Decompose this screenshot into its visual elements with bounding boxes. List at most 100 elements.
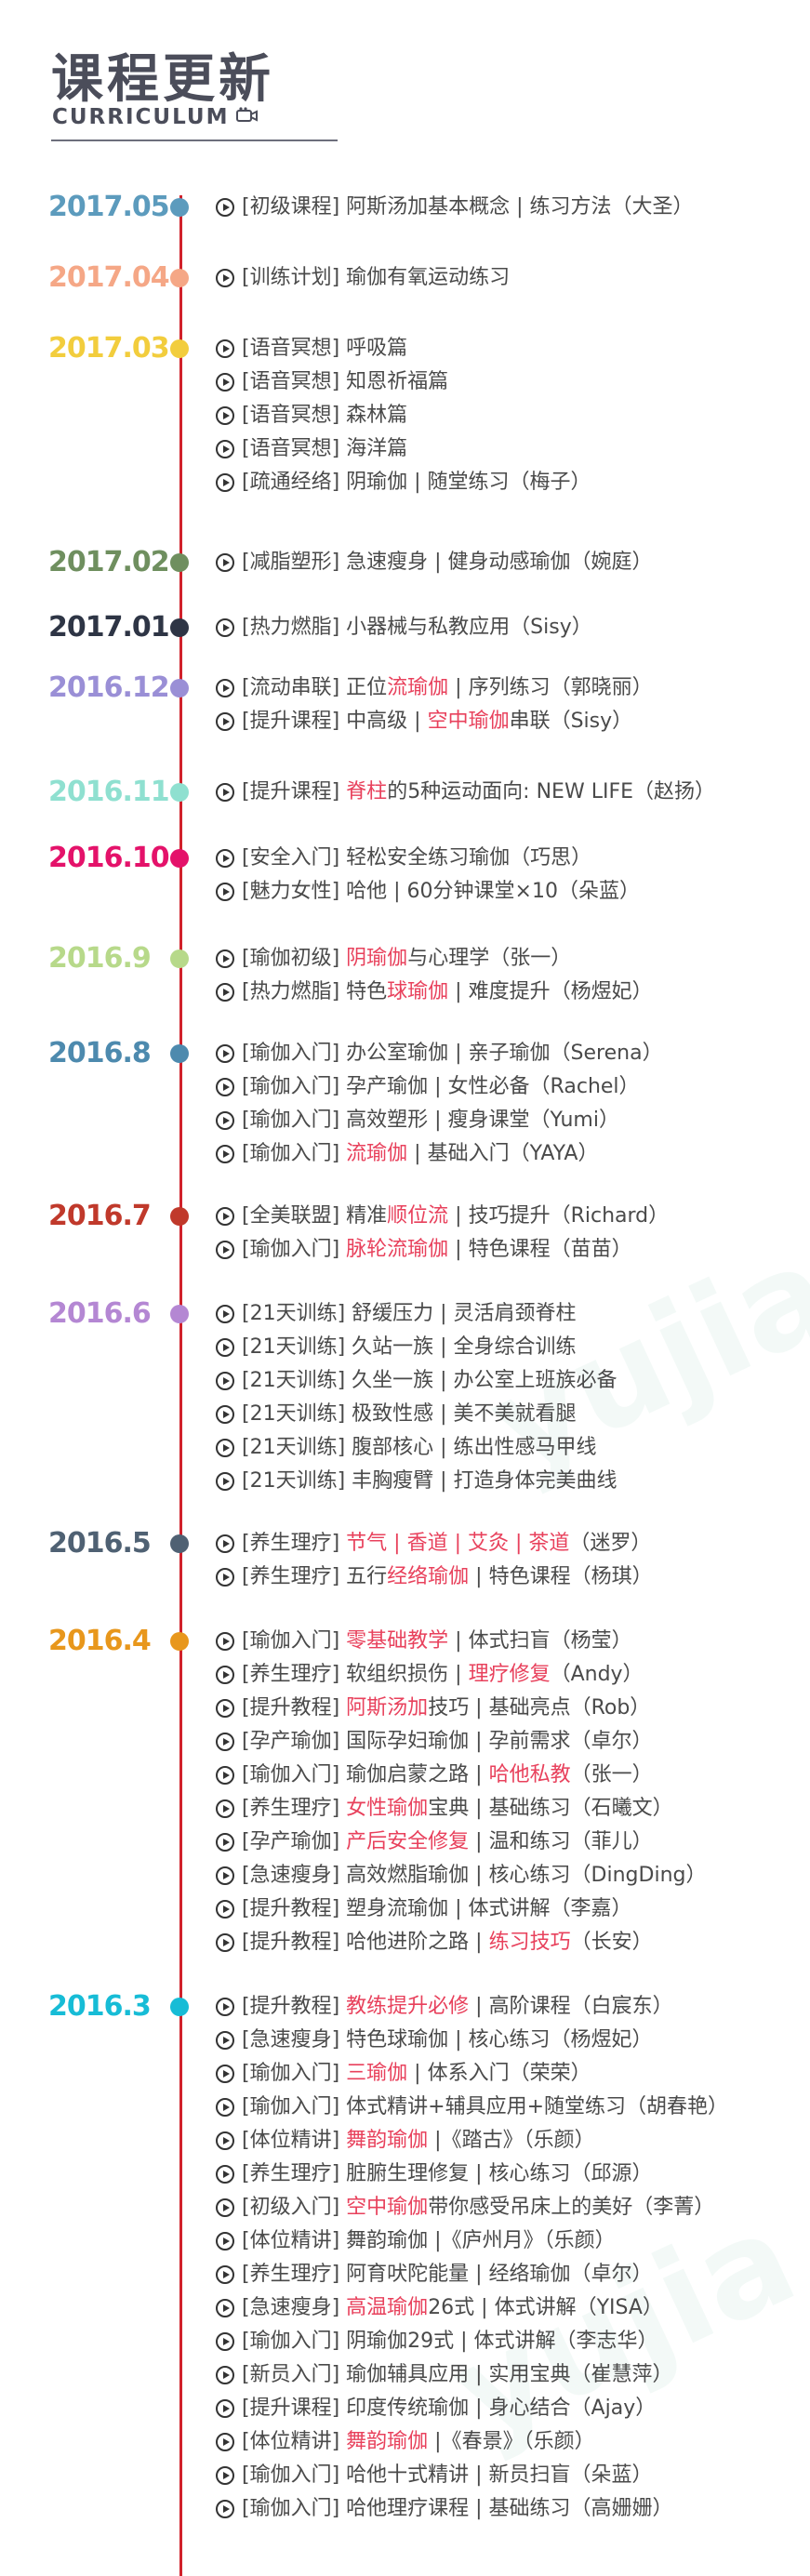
course-text: 宝典 | 基础练习（石曦文） [428, 1797, 673, 1820]
course-link[interactable]: [语音冥想] 森林篇 [216, 399, 407, 432]
timeline-date: 2016.8 [48, 1037, 152, 1069]
course-link[interactable]: [养生理疗] 五行 经络瑜伽 | 特色课程（杨琪） [216, 1560, 653, 1594]
timeline-date: 2017.03 [48, 332, 170, 365]
course-link[interactable]: [安全入门] 轻松安全练习瑜伽（巧思） [216, 842, 591, 875]
course-link[interactable]: [流动串联] 正位 流瑜伽 | 序列练习（郭晓丽） [216, 671, 653, 705]
course-link[interactable]: [孕产瑜伽] 产后安全修复 | 温和练习（菲儿） [216, 1826, 653, 1859]
course-link[interactable]: [急速瘦身] 特色球瑜伽 | 核心练习（杨煜妃） [216, 2024, 653, 2057]
timeline-date: 2016.9 [48, 942, 152, 975]
play-icon [216, 679, 234, 697]
course-link[interactable]: [语音冥想] 知恩祈福篇 [216, 365, 448, 399]
course-link[interactable]: [养生理疗] 软组织损伤 | 理疗修复 （Andy） [216, 1658, 644, 1692]
timeline-date: 2017.04 [48, 261, 170, 294]
play-icon [216, 2366, 234, 2384]
course-link[interactable]: [急速瘦身] 高效燃脂瑜伽 | 核心练习（DingDing） [216, 1859, 706, 1892]
course-text: [瑜伽入门] [242, 1142, 347, 1165]
course-link[interactable]: [体位精讲] 舞韵瑜伽 |《踏古》（乐颜） [216, 2124, 595, 2158]
timeline-date: 2016.6 [48, 1297, 152, 1330]
course-link[interactable]: [瑜伽入门] 三瑜伽 | 体系入门（荣荣） [216, 2057, 591, 2091]
course-link[interactable]: [提升课程] 脊柱 的5种运动面向: NEW LIFE（赵扬） [216, 776, 715, 809]
course-link[interactable]: [21天训练] 久坐一族 | 办公室上班族必备 [216, 1364, 617, 1398]
play-icon [216, 2299, 234, 2317]
course-link[interactable]: [急速瘦身] 高温瑜伽 26式 | 体式讲解（YISA） [216, 2291, 663, 2325]
course-text: [瑜伽入门] 办公室瑜伽 | 亲子瑜伽（Serena） [242, 1042, 663, 1065]
course-link[interactable]: [初级课程] 阿斯汤加基本概念 | 练习方法（大圣） [216, 191, 694, 224]
course-text: [瑜伽入门] 阴瑜伽29式 | 体式讲解（李志华） [242, 2330, 658, 2353]
course-text: [语音冥想] 森林篇 [242, 404, 408, 427]
course-link[interactable]: [魅力女性] 哈他 | 60分钟课堂×10（朵蓝） [216, 875, 640, 909]
play-icon [216, 1111, 234, 1130]
course-link[interactable]: [瑜伽入门] 阴瑜伽29式 | 体式讲解（李志华） [216, 2325, 658, 2358]
play-icon [216, 1866, 234, 1885]
course-link[interactable]: [瑜伽入门] 脉轮流瑜伽 | 特色课程（苗苗） [216, 1233, 632, 1267]
course-text: [瑜伽入门] 孕产瑜伽 | 女性必备（Rachel） [242, 1075, 640, 1098]
timeline-date: 2016.7 [48, 1200, 152, 1232]
course-link[interactable]: [训练计划] 瑜伽有氧运动练习 [216, 261, 510, 295]
course-link[interactable]: [21天训练] 久站一族 | 全身综合训练 [216, 1331, 577, 1364]
course-link[interactable]: [全美联盟] 精准 顺位流 | 技巧提升（Richard） [216, 1200, 669, 1233]
course-link[interactable]: [提升教程] 教练提升必修 | 高阶课程（白宸东） [216, 1990, 673, 2024]
course-link[interactable]: [养生理疗] 阿育吠陀能量 | 经络瑜伽（卓尔） [216, 2258, 653, 2291]
course-link[interactable]: [新员入门] 瑜伽辅具应用 | 实用宝典（崔慧萍） [216, 2358, 673, 2392]
course-link[interactable]: [提升课程] 印度传统瑜伽 | 身心结合（Ajay） [216, 2392, 656, 2425]
course-highlight-text: 理疗修复 [468, 1663, 551, 1686]
course-text: [21天训练] 久站一族 | 全身综合训练 [242, 1335, 577, 1359]
play-icon [216, 2031, 234, 2050]
play-icon [216, 2433, 234, 2451]
course-highlight-text: 教练提升必修 [346, 1995, 470, 2018]
course-link[interactable]: [瑜伽初级] 阴瑜伽 与心理学（张一） [216, 942, 571, 976]
course-link[interactable]: [瑜伽入门] 体式精讲+辅具应用+随堂练习（胡春艳） [216, 2091, 728, 2124]
course-link[interactable]: [瑜伽入门] 高效塑形 | 瘦身课堂（Yumi） [216, 1104, 619, 1137]
course-text: | 高阶课程（白宸东） [469, 1995, 673, 2018]
course-link[interactable]: [初级入门] 空中瑜伽 带你感受吊床上的美好（李菁） [216, 2191, 714, 2224]
play-icon [216, 1998, 234, 2016]
course-link[interactable]: [21天训练] 极致性感 | 美不美就看腿 [216, 1398, 577, 1431]
play-icon [216, 1439, 234, 1457]
play-icon [216, 1044, 234, 1063]
course-link[interactable]: [瑜伽入门] 办公室瑜伽 | 亲子瑜伽（Serena） [216, 1037, 663, 1070]
timeline-dot [170, 1998, 189, 2016]
timeline-date: 2016.5 [48, 1527, 152, 1560]
course-text: [语音冥想] 呼吸篇 [242, 337, 408, 360]
course-link[interactable]: [21天训练] 丰胸瘦臂 | 打造身体完美曲线 [216, 1465, 617, 1498]
timeline-dot [170, 1044, 189, 1063]
course-link[interactable]: [减脂塑形] 急速瘦身 | 健身动感瑜伽（婉庭） [216, 546, 653, 579]
course-link[interactable]: [瑜伽入门] 哈他理疗课程 | 基础练习（高姗姗） [216, 2492, 673, 2526]
course-link[interactable]: [提升课程] 中高级 | 空中瑜伽 串联（Sisy） [216, 705, 632, 738]
course-link[interactable]: [体位精讲] 舞韵瑜伽 |《春景》（乐颜） [216, 2425, 595, 2459]
course-text: [孕产瑜伽] [242, 1830, 347, 1853]
play-icon [216, 2232, 234, 2251]
course-link[interactable]: [21天训练] 腹部核心 | 练出性感马甲线 [216, 1431, 597, 1465]
course-highlight-text: 高温瑜伽 [346, 2296, 429, 2319]
course-text: [减脂塑形] 急速瘦身 | 健身动感瑜伽（婉庭） [242, 551, 653, 574]
course-link[interactable]: [养生理疗] 脏腑生理修复 | 核心练习（邱源） [216, 2158, 653, 2191]
course-link[interactable]: [瑜伽入门] 瑜伽启蒙之路 | 哈他私教 （张一） [216, 1759, 653, 1792]
course-link[interactable]: [瑜伽入门] 流瑜伽 | 基础入门（YAYA） [216, 1137, 598, 1171]
course-link[interactable]: [提升教程] 阿斯汤加 技巧 | 基础亮点（Rob） [216, 1692, 650, 1725]
course-link[interactable]: [提升教程] 哈他进阶之路 | 练习技巧 （长安） [216, 1926, 653, 1959]
course-link[interactable]: [提升教程] 塑身流瑜伽 | 体式讲解（李嘉） [216, 1892, 632, 1926]
course-link[interactable]: [热力燃脂] 特色 球瑜伽 | 难度提升（杨煜妃） [216, 976, 653, 1009]
course-link[interactable]: [养生理疗] 节气 | 香道 | 艾灸 | 茶道 （迷罗） [216, 1527, 651, 1560]
course-link[interactable]: [瑜伽入门] 孕产瑜伽 | 女性必备（Rachel） [216, 1070, 640, 1104]
play-icon [216, 1405, 234, 1424]
timeline-date: 2016.3 [48, 1990, 152, 2023]
course-highlight-text: 产后安全修复 [346, 1830, 470, 1853]
course-text: [初级入门] [242, 2196, 347, 2219]
course-link[interactable]: [热力燃脂] 小器械与私教应用（Sisy） [216, 611, 592, 644]
course-text: [21天训练] 极致性感 | 美不美就看腿 [242, 1402, 577, 1426]
course-link[interactable]: [瑜伽入门] 哈他十式精讲 | 新员扫盲（朵蓝） [216, 2459, 653, 2492]
course-link[interactable]: [养生理疗] 女性瑜伽 宝典 | 基础练习（石曦文） [216, 1792, 673, 1826]
course-link[interactable]: [瑜伽入门] 零基础教学 | 体式扫盲（杨莹） [216, 1625, 632, 1658]
course-link[interactable]: [体位精讲] 舞韵瑜伽 |《庐州月》（乐颜） [216, 2224, 616, 2258]
course-text: [体位精讲] [242, 2129, 347, 2152]
course-text: [魅力女性] 哈他 | 60分钟课堂×10（朵蓝） [242, 880, 640, 903]
play-icon [216, 373, 234, 392]
course-link[interactable]: [语音冥想] 海洋篇 [216, 432, 407, 466]
play-icon [216, 2131, 234, 2150]
course-link[interactable]: [疏通经络] 阴瑜伽 | 随堂练习（梅子） [216, 466, 591, 499]
course-link[interactable]: [孕产瑜伽] 国际孕妇瑜伽 | 孕前需求（卓尔） [216, 1725, 653, 1759]
course-link[interactable]: [21天训练] 舒缓压力 | 灵活肩颈脊柱 [216, 1297, 577, 1331]
course-link[interactable]: [语音冥想] 呼吸篇 [216, 332, 407, 365]
course-text: [21天训练] 久坐一族 | 办公室上班族必备 [242, 1369, 617, 1392]
